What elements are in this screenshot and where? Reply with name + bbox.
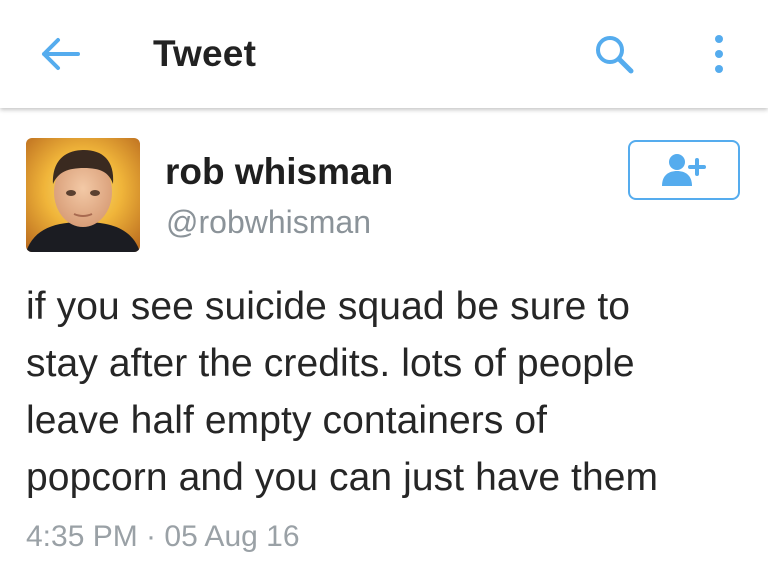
avatar-image	[26, 138, 140, 252]
add-user-icon	[662, 154, 706, 186]
search-button[interactable]	[592, 32, 636, 76]
author-display-name[interactable]: rob whisman	[165, 151, 393, 193]
author-handle[interactable]: @robwhisman	[166, 204, 371, 241]
more-options-button[interactable]	[704, 32, 734, 76]
tweet-detail: rob whisman @robwhisman if you see suici…	[0, 108, 768, 573]
page-title: Tweet	[153, 33, 257, 74]
tweet-timestamp: 4:35 PM · 05 Aug 16	[26, 520, 300, 553]
back-button[interactable]	[38, 34, 82, 74]
app-bar: Tweet	[0, 0, 768, 108]
arrow-left-icon	[42, 38, 80, 70]
tweet-text: if you see suicide squad be sure to stay…	[26, 285, 659, 499]
follow-button[interactable]	[628, 140, 740, 200]
more-vertical-icon	[715, 35, 723, 73]
avatar[interactable]	[26, 138, 140, 252]
search-icon	[596, 36, 634, 74]
